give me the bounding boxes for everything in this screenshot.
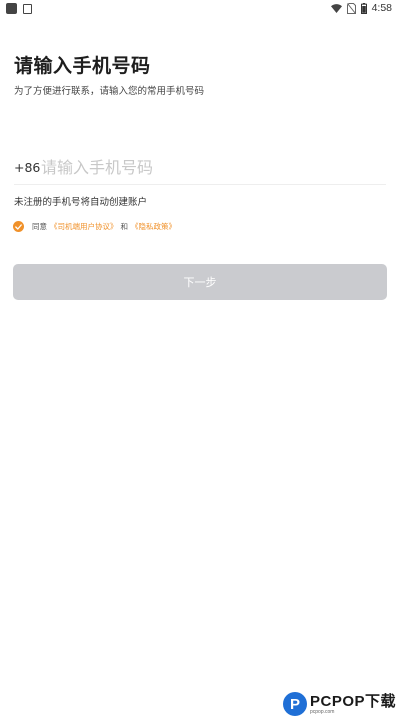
phone-input[interactable] — [41, 157, 361, 177]
status-bar-right: 4:58 — [330, 2, 392, 14]
pcpop-logo-icon: P — [282, 692, 307, 716]
next-button[interactable]: 下一步 — [13, 264, 387, 300]
privacy-policy-link[interactable]: 《隐私政策》 — [131, 221, 176, 232]
agreement-prefix: 同意 — [32, 222, 47, 231]
status-time: 4:58 — [371, 2, 392, 14]
watermark-text: PCPOP下载 pcpop.com — [310, 694, 396, 715]
wifi-icon — [330, 3, 342, 13]
notification-box-icon — [23, 3, 32, 14]
watermark-sub: pcpop.com — [309, 708, 335, 715]
status-bar-left — [6, 3, 32, 14]
agreement-row: 同意 《司机端用户协议》 和 《隐私政策》 — [13, 221, 176, 232]
auto-register-hint: 未注册的手机号将自动创建账户 — [14, 197, 148, 208]
notification-square-icon — [6, 3, 17, 14]
country-code: +86 — [14, 159, 41, 175]
phone-input-row: +86 — [14, 150, 386, 185]
no-sim-icon — [346, 2, 356, 14]
watermark: P PCPOP下载 pcpop.com — [282, 692, 396, 716]
status-bar: 4:58 — [0, 0, 400, 18]
watermark-name: PCPOP下载 — [309, 692, 396, 710]
user-agreement-link[interactable]: 《司机端用户协议》 — [50, 221, 118, 232]
checkbox-checked-icon[interactable] — [13, 221, 24, 232]
page-subtitle: 为了方便进行联系，请输入您的常用手机号码 — [14, 86, 205, 97]
agreement-conjunction: 和 — [120, 222, 129, 231]
page-title: 请输入手机号码 — [14, 55, 151, 77]
battery-icon — [360, 2, 367, 14]
